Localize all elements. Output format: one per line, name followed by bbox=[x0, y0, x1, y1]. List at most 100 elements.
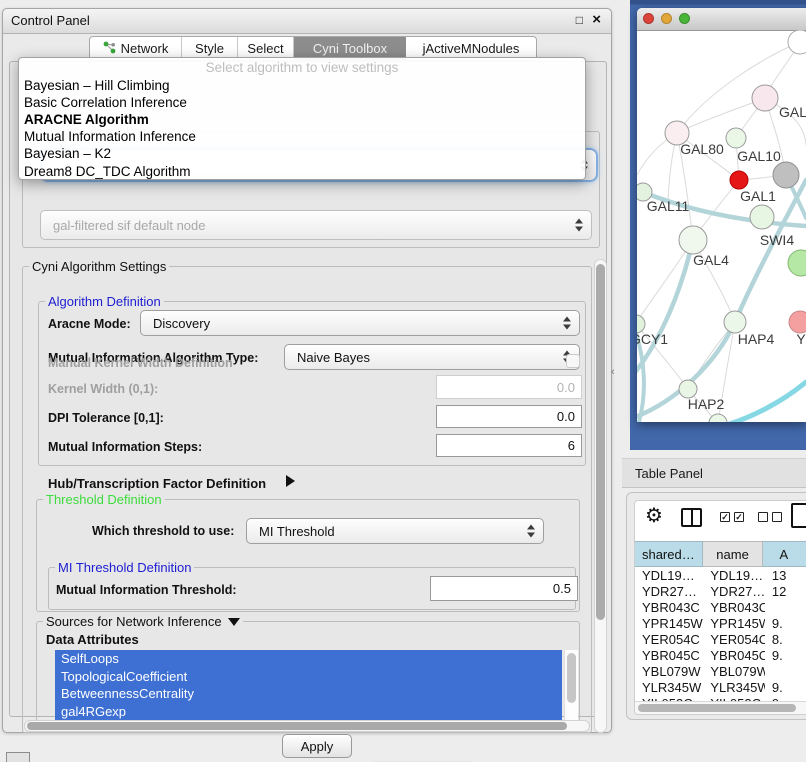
table-cell: 8. bbox=[765, 631, 806, 647]
pane-divider-handle[interactable]: ‹ bbox=[611, 366, 615, 378]
expand-arrow-icon[interactable] bbox=[286, 475, 295, 487]
algorithm-option[interactable]: Bayesian – Hill Climbing bbox=[19, 77, 585, 94]
table-row[interactable]: YDL19…YDL19…13 bbox=[635, 567, 806, 583]
settings-horizontal-scrollbar[interactable] bbox=[24, 720, 590, 732]
table-cell: YDR27… bbox=[635, 583, 703, 599]
network-node[interactable] bbox=[730, 171, 748, 189]
attributes-list-scrollbar[interactable] bbox=[564, 650, 578, 730]
network-select-combo[interactable]: gal-filtered sif default node bbox=[40, 210, 592, 240]
algorithm-option[interactable]: Dream8 DC_TDC Algorithm bbox=[19, 162, 585, 179]
table-cell: 9. bbox=[765, 615, 806, 631]
desktop-area: GALGAL80GAL10GAL1GAL11SWI4GAL4GCY1HAP4YH… bbox=[630, 0, 806, 450]
close-icon[interactable]: × bbox=[592, 11, 601, 28]
table-row[interactable]: YBR045CYBR045C9. bbox=[635, 647, 806, 663]
clear-checks-icon[interactable] bbox=[772, 512, 782, 522]
scrollbar-thumb[interactable] bbox=[596, 264, 605, 620]
node-label-gal10: GAL10 bbox=[737, 148, 781, 164]
gear-icon[interactable]: ⚙ bbox=[645, 503, 663, 528]
algorithm-popup-prompt: Select algorithm to view settings bbox=[19, 58, 585, 77]
node-label-gal: GAL bbox=[779, 104, 806, 120]
network-node[interactable] bbox=[726, 128, 746, 148]
network-node[interactable] bbox=[750, 205, 774, 229]
settings-vertical-scrollbar[interactable] bbox=[594, 259, 607, 733]
node-label-swi4: SWI4 bbox=[760, 232, 794, 248]
network-edge bbox=[723, 382, 806, 422]
table-cell: 13 bbox=[765, 567, 806, 583]
manual-kernel-checkbox[interactable] bbox=[566, 354, 580, 368]
network-node[interactable] bbox=[788, 250, 806, 276]
combo-spinner-icon bbox=[563, 317, 571, 330]
mi-threshold-field[interactable]: 0.5 bbox=[430, 576, 578, 601]
network-node[interactable] bbox=[724, 311, 746, 333]
column-header-name[interactable]: name bbox=[703, 541, 764, 567]
tab-label: Network bbox=[121, 41, 169, 56]
algorithm-definition-legend: Algorithm Definition bbox=[45, 294, 164, 309]
data-attributes-list[interactable]: SelfLoopsTopologicalCoefficientBetweenne… bbox=[55, 650, 562, 730]
mi-threshold-label: Mutual Information Threshold: bbox=[56, 583, 237, 597]
dpi-tolerance-field[interactable]: 0.0 bbox=[436, 405, 582, 428]
minimized-widget[interactable] bbox=[6, 752, 30, 762]
close-traffic-light-icon[interactable] bbox=[643, 13, 654, 24]
hub-definition-label[interactable]: Hub/Transcription Factor Definition bbox=[48, 476, 266, 491]
select-all-checks-icon[interactable]: ✓ bbox=[734, 512, 744, 522]
algorithm-option[interactable]: ARACNE Algorithm bbox=[19, 111, 585, 128]
table-cell: YBR045C bbox=[635, 647, 703, 663]
attribute-list-item[interactable]: TopologicalCoefficient bbox=[55, 668, 562, 686]
clear-checks-icon[interactable] bbox=[758, 512, 768, 522]
aracne-mode-value: Discovery bbox=[153, 316, 210, 331]
network-edge bbox=[637, 240, 693, 324]
table-cell: YBR045C bbox=[703, 647, 764, 663]
minimize-traffic-light-icon[interactable] bbox=[661, 13, 672, 24]
kernel-width-field[interactable]: 0.0 bbox=[436, 375, 582, 399]
float-window-icon[interactable]: □ bbox=[576, 13, 583, 27]
network-node[interactable] bbox=[752, 85, 778, 111]
table-panel: ⚙ ✓ ✓ shared…nameA YDL19…YDL19…13YDR27…Y… bbox=[626, 492, 806, 720]
collapse-arrow-icon[interactable] bbox=[228, 618, 240, 626]
cyni-algorithm-settings-legend: Cyni Algorithm Settings bbox=[29, 259, 169, 274]
network-node[interactable] bbox=[709, 414, 727, 422]
mi-steps-field[interactable]: 6 bbox=[436, 434, 582, 457]
combo-spinner-icon bbox=[527, 525, 535, 538]
table-row[interactable]: YBL079WYBL079W bbox=[635, 663, 806, 679]
table-row[interactable]: YPR145WYPR145W9. bbox=[635, 615, 806, 631]
algorithm-option[interactable]: Bayesian – K2 bbox=[19, 145, 585, 162]
table-horizontal-scrollbar[interactable] bbox=[635, 701, 806, 714]
table-cell: YER054C bbox=[635, 631, 703, 647]
scrollbar-thumb[interactable] bbox=[638, 704, 796, 712]
columns-icon[interactable] bbox=[681, 508, 702, 527]
node-label-gcy1: GCY1 bbox=[637, 331, 668, 347]
select-all-checks-icon[interactable]: ✓ bbox=[720, 512, 730, 522]
table-row[interactable]: YER054CYER054C8. bbox=[635, 631, 806, 647]
aracne-mode-combo[interactable]: Discovery bbox=[140, 310, 580, 336]
node-label-hap4: HAP4 bbox=[738, 331, 775, 347]
aracne-mode-label: Aracne Mode: bbox=[48, 317, 131, 331]
which-threshold-combo[interactable]: MI Threshold bbox=[246, 518, 544, 544]
manual-kernel-label: Manual Kernel Width Definition bbox=[48, 356, 233, 370]
network-canvas[interactable]: GALGAL80GAL10GAL1GAL11SWI4GAL4GCY1HAP4YH… bbox=[637, 30, 806, 422]
document-icon[interactable] bbox=[791, 503, 806, 528]
mi-type-combo[interactable]: Naive Bayes bbox=[284, 344, 580, 370]
table-header-row: shared…nameA bbox=[635, 541, 806, 567]
table-cell: 9. bbox=[765, 679, 806, 695]
algorithm-option[interactable]: Mutual Information Inference bbox=[19, 128, 585, 145]
table-cell: YBR043C bbox=[703, 599, 764, 615]
control-panel-titlebar: Control Panel □ × bbox=[3, 9, 611, 34]
tab-label: Select bbox=[247, 41, 283, 56]
zoom-traffic-light-icon[interactable] bbox=[679, 13, 690, 24]
network-node[interactable] bbox=[773, 162, 799, 188]
apply-button[interactable]: Apply bbox=[282, 734, 352, 758]
table-row[interactable]: YDR27…YDR27…12 bbox=[635, 583, 806, 599]
column-header-a[interactable]: A bbox=[763, 541, 806, 567]
attribute-list-item[interactable]: gal4RGexp bbox=[55, 703, 562, 721]
attribute-list-item[interactable]: SelfLoops bbox=[55, 650, 562, 668]
column-header-shared-[interactable]: shared… bbox=[635, 541, 703, 567]
attribute-list-item[interactable]: BetweennessCentrality bbox=[55, 685, 562, 703]
scrollbar-thumb[interactable] bbox=[567, 653, 576, 703]
algorithm-option[interactable]: Basic Correlation Inference bbox=[19, 94, 585, 111]
network-node[interactable] bbox=[679, 226, 707, 254]
scrollbar-thumb[interactable] bbox=[27, 722, 567, 730]
network-node[interactable] bbox=[788, 30, 806, 54]
table-row[interactable]: YBR043CYBR043C bbox=[635, 599, 806, 615]
network-node[interactable] bbox=[789, 311, 806, 333]
table-row[interactable]: YLR345WYLR345W9. bbox=[635, 679, 806, 695]
